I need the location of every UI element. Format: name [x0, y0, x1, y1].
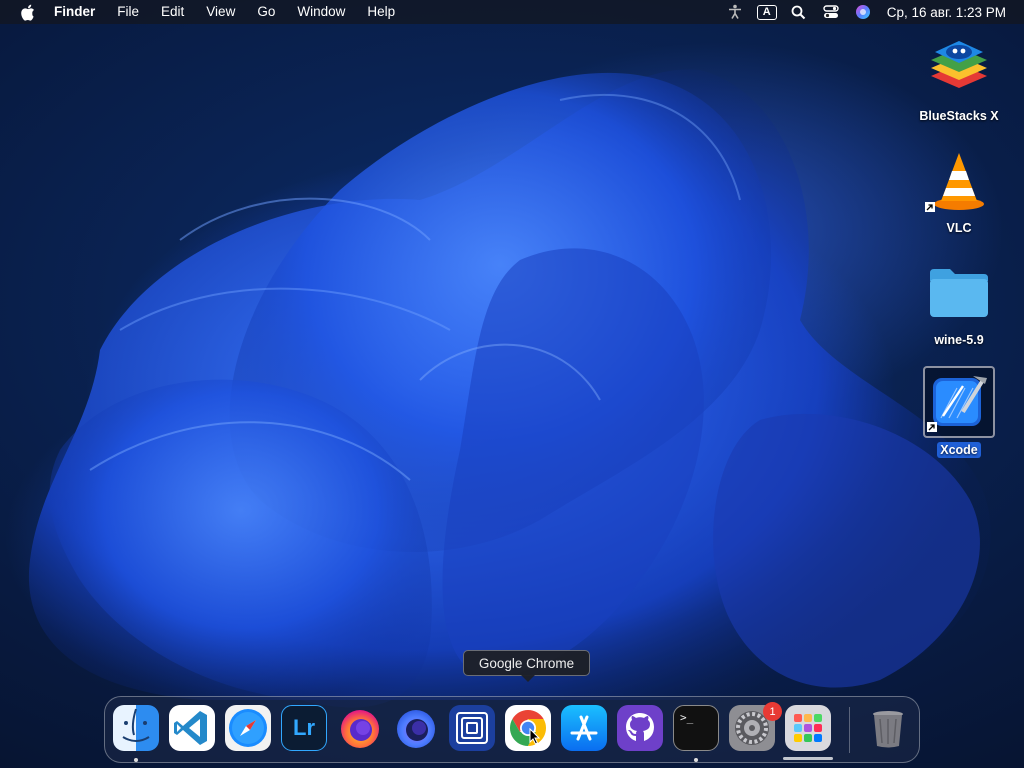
dock-trash-icon[interactable] — [865, 705, 911, 751]
desktop-icon-label: wine-5.9 — [934, 333, 984, 347]
desktop-icon-wine-5-9-folder[interactable]: wine-5.9 — [909, 256, 1009, 348]
spotlight-icon[interactable] — [788, 0, 810, 24]
dock-lightroom-icon[interactable]: Lr — [281, 705, 327, 751]
dock: Lr >_ 1 — [104, 696, 920, 763]
vlc-cone-icon — [923, 144, 995, 216]
desktop-icon-vlc[interactable]: VLC — [909, 144, 1009, 236]
menu-bar-clock[interactable]: Ср, 16 авг. 1:23 PM — [887, 5, 1006, 20]
menu-file[interactable]: File — [106, 0, 150, 24]
siri-icon[interactable] — [852, 0, 874, 24]
desktop-icon-label: BlueStacks X — [919, 109, 999, 123]
control-center-icon[interactable] — [820, 0, 842, 24]
running-indicator — [134, 758, 138, 762]
xcode-icon — [923, 366, 995, 438]
dock-launchpad-icon[interactable] — [785, 705, 831, 751]
menu-go[interactable]: Go — [246, 0, 286, 24]
dock-google-chrome-icon[interactable] — [505, 705, 551, 751]
folder-icon — [923, 256, 995, 328]
dock-frames-app-icon[interactable] — [449, 705, 495, 751]
dock-firefox-icon[interactable] — [337, 705, 383, 751]
menu-help[interactable]: Help — [356, 0, 406, 24]
menu-view[interactable]: View — [195, 0, 246, 24]
bluestacks-x-icon — [923, 32, 995, 104]
input-source-letter: A — [756, 4, 777, 20]
dock-separator — [849, 707, 850, 753]
dock-terminal-icon[interactable]: >_ — [673, 705, 719, 751]
dock-finder-icon[interactable] — [113, 705, 159, 751]
dock-safari-icon[interactable] — [225, 705, 271, 751]
desktop-icon-bluestacks-x[interactable]: BlueStacks X — [909, 32, 1009, 124]
dock-github-desktop-icon[interactable] — [617, 705, 663, 751]
menu-window[interactable]: Window — [286, 0, 356, 24]
dock-tooltip: Google Chrome — [463, 650, 590, 682]
desktop-icon-xcode[interactable]: Xcode — [909, 366, 1009, 458]
desktop-icon-label: VLC — [946, 221, 972, 235]
accessibility-icon[interactable] — [724, 0, 746, 24]
menu-finder[interactable]: Finder — [38, 0, 106, 24]
desktop-icon-label: Xcode — [937, 442, 981, 458]
dock-scroll-indicator — [783, 757, 833, 760]
notification-badge: 1 — [763, 702, 782, 721]
menu-bar: Finder File Edit View Go Window Help A С… — [0, 0, 1024, 24]
dock-vscode-icon[interactable] — [169, 705, 215, 751]
alias-arrow-icon — [925, 202, 935, 212]
dock-app-store-icon[interactable] — [561, 705, 607, 751]
alias-arrow-icon — [927, 422, 937, 432]
menu-edit[interactable]: Edit — [150, 0, 195, 24]
input-source-icon[interactable]: A — [756, 0, 778, 24]
dock-firefox-developer-edition-icon[interactable] — [393, 705, 439, 751]
apple-menu-icon[interactable] — [16, 0, 38, 24]
running-indicator — [694, 758, 698, 762]
mouse-cursor-icon — [529, 728, 541, 745]
